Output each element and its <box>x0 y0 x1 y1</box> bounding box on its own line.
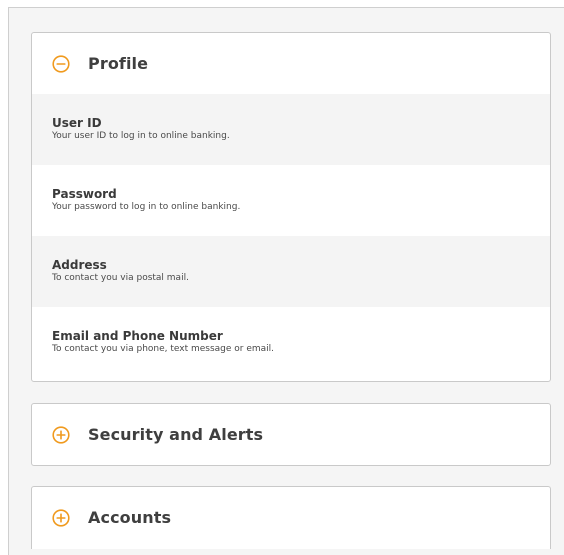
security-alerts-panel-title: Security and Alerts <box>88 425 264 444</box>
profile-item-email-phone[interactable]: Email and Phone Number To contact you vi… <box>32 307 550 378</box>
settings-container: Profile User ID Your user ID to log in t… <box>8 7 564 555</box>
minus-circle-icon[interactable] <box>52 54 70 73</box>
item-description: To contact you via phone, text message o… <box>52 344 275 354</box>
item-description: Your user ID to log in to online banking… <box>52 131 230 141</box>
profile-panel-header[interactable]: Profile <box>32 33 550 94</box>
profile-item-password[interactable]: Password Your password to log in to onli… <box>32 165 550 236</box>
profile-panel-title: Profile <box>88 54 149 73</box>
item-title: Password <box>52 187 117 201</box>
accounts-panel: Accounts <box>31 486 551 549</box>
item-description: To contact you via postal mail. <box>52 273 189 283</box>
item-title: User ID <box>52 116 102 130</box>
security-alerts-panel: Security and Alerts <box>31 403 551 466</box>
profile-item-address[interactable]: Address To contact you via postal mail. <box>32 236 550 307</box>
item-title: Address <box>52 258 107 272</box>
profile-panel: Profile User ID Your user ID to log in t… <box>31 32 551 382</box>
profile-item-user-id[interactable]: User ID Your user ID to log in to online… <box>32 94 550 165</box>
security-alerts-panel-header[interactable]: Security and Alerts <box>32 404 550 465</box>
plus-circle-icon[interactable] <box>52 425 70 444</box>
item-title: Email and Phone Number <box>52 329 223 343</box>
item-description: Your password to log in to online bankin… <box>52 202 241 212</box>
accounts-panel-title: Accounts <box>88 508 172 527</box>
accounts-panel-header[interactable]: Accounts <box>32 487 550 548</box>
plus-circle-icon[interactable] <box>52 508 70 527</box>
